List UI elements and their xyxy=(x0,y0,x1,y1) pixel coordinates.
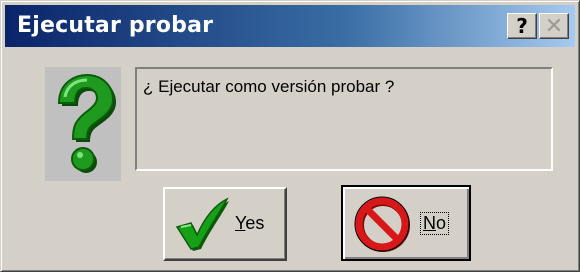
window-title: Ejecutar probar xyxy=(17,13,214,38)
help-icon: ? xyxy=(516,14,528,38)
no-button-label: No xyxy=(419,212,450,235)
prohibited-icon xyxy=(354,196,410,252)
no-button[interactable]: No xyxy=(341,185,471,261)
close-icon: ✕ xyxy=(544,13,564,39)
dialog-window: Ejecutar probar ? ✕ ¿ Ejecutar como vers… xyxy=(0,0,580,272)
message-text: ¿ Ejecutar como versión probar ? xyxy=(143,77,395,96)
checkmark-icon xyxy=(175,197,229,251)
title-bar[interactable]: Ejecutar probar ? ✕ xyxy=(5,5,575,47)
message-panel: ¿ Ejecutar como versión probar ? xyxy=(135,67,553,171)
question-mark-icon xyxy=(57,73,116,173)
help-button[interactable]: ? xyxy=(507,13,537,39)
yes-button[interactable]: Yes xyxy=(163,187,287,261)
yes-button-label: Yes xyxy=(235,213,265,233)
question-icon-area xyxy=(45,67,121,181)
close-button[interactable]: ✕ xyxy=(539,13,569,39)
